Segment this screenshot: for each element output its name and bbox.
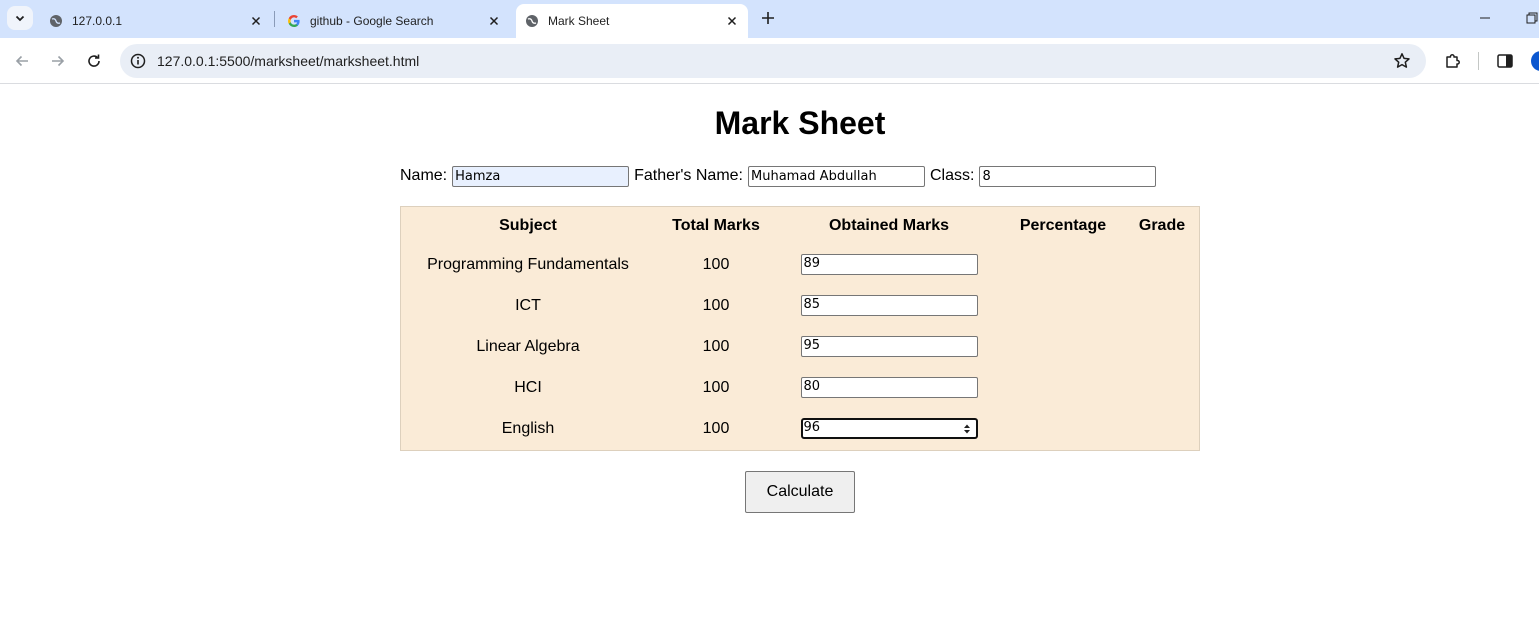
name-input[interactable] [452, 165, 630, 187]
new-tab-button[interactable] [756, 6, 780, 30]
grade-cell [1127, 368, 1197, 407]
total-marks-cell: 100 [702, 337, 730, 355]
percentage-header: Percentage [1019, 217, 1107, 234]
tab-google-search[interactable]: github - Google Search [274, 4, 510, 38]
percentage-cell [1001, 327, 1125, 366]
obtained-marks-cell: 85 [779, 286, 999, 325]
arrow-right-icon [52, 55, 65, 67]
total-marks-cell: 100 [702, 255, 730, 273]
obtained-marks-cell: 80 [779, 368, 999, 407]
page-content: Mark Sheet Name: Father's Name: Class: S… [0, 85, 1539, 623]
globe-icon [524, 13, 540, 29]
globe-icon [48, 13, 64, 29]
obtained-marks-input[interactable]: 89 [800, 254, 978, 275]
tab-search-button[interactable] [7, 6, 33, 30]
toolbar-divider [1478, 52, 1479, 70]
marks-table-container: Subject Total Marks Obtained Marks Perce… [400, 206, 1200, 451]
obtained-marks-input[interactable]: 80 [800, 377, 978, 398]
name-label: Name: [400, 167, 448, 184]
percentage-cell [1001, 409, 1125, 448]
marks-table: Subject Total Marks Obtained Marks Perce… [401, 207, 1199, 450]
tab-strip: 127.0.0.1 github - Google Search Mark Sh… [0, 0, 1539, 38]
tab-title: 127.0.0.1 [72, 14, 123, 28]
obtained-marks-input[interactable]: 96 [800, 418, 978, 439]
url-text: 127.0.0.1:5500/marksheet/marksheet.html [157, 53, 420, 69]
class-input[interactable] [979, 165, 1157, 187]
subject-cell: ICT [515, 296, 541, 314]
percentage-cell [1001, 286, 1125, 325]
subject-header: Subject [499, 217, 557, 234]
total-marks-cell: 100 [702, 419, 730, 437]
grade-cell [1127, 245, 1197, 284]
obtained-marks-input[interactable]: 85 [800, 295, 978, 316]
profile-avatar[interactable] [1531, 51, 1539, 71]
grade-cell [1127, 286, 1197, 325]
minimize-button[interactable] [1471, 6, 1499, 30]
browser-toolbar: 127.0.0.1:5500/marksheet/marksheet.html [0, 38, 1539, 84]
puzzle-icon [1446, 54, 1460, 68]
table-header-row: Subject Total Marks Obtained Marks Perce… [403, 209, 1197, 243]
restore-icon [1526, 12, 1538, 24]
back-button[interactable] [10, 49, 34, 73]
minimize-icon [1480, 17, 1490, 19]
obtained-marks-cell: 95 [779, 327, 999, 366]
forward-button[interactable] [46, 49, 70, 73]
site-info-icon[interactable] [128, 51, 148, 71]
class-label: Class: [930, 167, 975, 184]
total-marks-header: Total Marks [672, 217, 760, 234]
side-panel-icon [1497, 54, 1513, 68]
tab-localhost[interactable]: 127.0.0.1 [36, 4, 272, 38]
page-title: Mark Sheet [714, 105, 886, 141]
father-name-input[interactable] [748, 165, 925, 187]
extensions-button[interactable] [1442, 50, 1464, 72]
close-icon[interactable] [722, 11, 742, 31]
table-row: HCI 100 80 [403, 368, 1197, 407]
table-row: Programming Fundamentals 100 89 [403, 245, 1197, 284]
address-bar[interactable]: 127.0.0.1:5500/marksheet/marksheet.html [120, 44, 1426, 78]
google-g-icon [286, 13, 302, 29]
percentage-cell [1001, 245, 1125, 284]
bookmark-star-icon[interactable] [1392, 51, 1412, 71]
restore-button[interactable] [1518, 6, 1539, 30]
obtained-marks-input[interactable]: 95 [800, 336, 978, 357]
reload-icon [88, 54, 100, 67]
grade-cell [1127, 327, 1197, 366]
table-row: English 100 96 [403, 409, 1197, 448]
grade-cell [1127, 409, 1197, 448]
obtained-marks-header: Obtained Marks [828, 217, 950, 234]
table-row: Linear Algebra 100 95 [403, 327, 1197, 366]
tab-mark-sheet[interactable]: Mark Sheet [516, 4, 748, 38]
table-row: ICT 100 85 [403, 286, 1197, 325]
tab-title: github - Google Search [310, 14, 434, 28]
student-info-row: Name: Father's Name: Class: [400, 165, 1161, 187]
subject-cell: HCI [514, 378, 542, 396]
total-marks-cell: 100 [702, 378, 730, 396]
subject-cell: Programming Fundamentals [427, 255, 629, 273]
obtained-marks-cell: 96 [779, 409, 999, 448]
grade-header: Grade [1138, 217, 1186, 234]
subject-cell: English [501, 419, 555, 437]
chevron-down-icon [15, 15, 25, 22]
obtained-marks-cell: 89 [779, 245, 999, 284]
close-icon[interactable] [246, 11, 266, 31]
plus-icon [762, 12, 774, 24]
calculate-button[interactable]: Calculate [745, 471, 855, 513]
arrow-left-icon [15, 55, 28, 67]
side-panel-button[interactable] [1494, 50, 1516, 72]
percentage-cell [1001, 368, 1125, 407]
spinner-icon[interactable] [963, 423, 971, 435]
close-icon[interactable] [484, 11, 504, 31]
father-name-label: Father's Name: [634, 167, 743, 184]
tab-title: Mark Sheet [548, 14, 610, 28]
input-value: 96 [803, 420, 821, 435]
total-marks-cell: 100 [702, 296, 730, 314]
reload-button[interactable] [82, 49, 106, 73]
subject-cell: Linear Algebra [476, 337, 580, 355]
